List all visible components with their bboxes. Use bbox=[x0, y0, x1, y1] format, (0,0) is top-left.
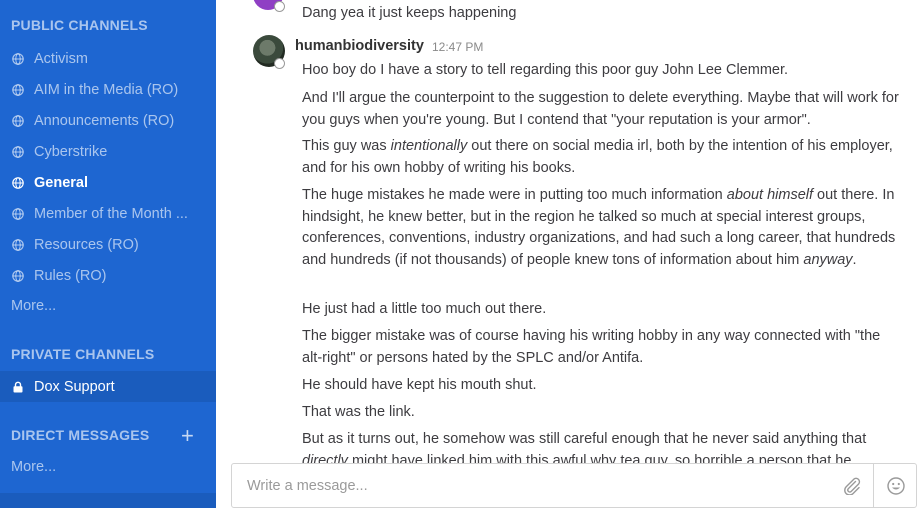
direct-messages-more-link[interactable]: More... bbox=[11, 459, 56, 475]
message-paragraph: He should have kept his mouth shut. bbox=[302, 377, 537, 393]
direct-messages-header: DIRECT MESSAGES bbox=[11, 427, 150, 443]
private-channels-header: PRIVATE CHANNELS bbox=[11, 346, 155, 362]
message-paragraph: Hoo boy do I have a story to tell regard… bbox=[302, 62, 789, 78]
message-paragraph: The bigger mistake was of course having … bbox=[302, 328, 881, 366]
sidebar: PUBLIC CHANNELS Activism AIM in the Medi… bbox=[0, 0, 216, 508]
message-paragraph: The huge mistakes he made were in puttin… bbox=[302, 187, 896, 268]
channel-label: Resources (RO) bbox=[34, 236, 139, 253]
smiley-icon[interactable] bbox=[886, 476, 906, 496]
channel-announcements[interactable]: Announcements (RO) bbox=[0, 105, 216, 136]
channel-label: Rules (RO) bbox=[34, 267, 107, 284]
message-paragraph: He just had a little too much out there. bbox=[302, 301, 547, 317]
channel-rules[interactable]: Rules (RO) bbox=[0, 260, 216, 291]
public-channels-more-link[interactable]: More... bbox=[11, 298, 56, 314]
channel-resources[interactable]: Resources (RO) bbox=[0, 229, 216, 260]
globe-icon bbox=[12, 269, 24, 282]
channel-aim-in-the-media[interactable]: AIM in the Media (RO) bbox=[0, 74, 216, 105]
globe-icon bbox=[12, 207, 24, 220]
paperclip-icon[interactable] bbox=[842, 477, 862, 496]
sidebar-footer bbox=[0, 493, 216, 508]
channel-label: Activism bbox=[34, 50, 88, 67]
message-composer bbox=[231, 463, 917, 508]
previous-message-text: Dang yea it just keeps happening bbox=[302, 5, 517, 21]
globe-icon bbox=[12, 145, 24, 158]
message-paragraph: This guy was intentionally out there on … bbox=[302, 138, 893, 176]
message-paragraph: That was the link. bbox=[302, 404, 415, 420]
channel-label: Dox Support bbox=[34, 378, 115, 395]
channel-label: Cyberstrike bbox=[34, 143, 108, 160]
status-indicator bbox=[274, 58, 285, 69]
globe-icon bbox=[12, 238, 24, 251]
channel-general[interactable]: General bbox=[0, 167, 216, 198]
lock-icon bbox=[12, 381, 24, 393]
message-input[interactable] bbox=[232, 464, 872, 507]
channel-dox-support[interactable]: Dox Support bbox=[0, 371, 216, 402]
channel-label: Announcements (RO) bbox=[34, 112, 175, 129]
channel-member-of-the-month[interactable]: Member of the Month ... bbox=[0, 198, 216, 229]
globe-icon bbox=[12, 176, 24, 189]
message-paragraph: And I'll argue the counterpoint to the s… bbox=[302, 90, 899, 128]
composer-divider bbox=[873, 464, 874, 507]
channel-cyberstrike[interactable]: Cyberstrike bbox=[0, 136, 216, 167]
channel-label: Member of the Month ... bbox=[34, 205, 188, 222]
globe-icon bbox=[12, 52, 24, 65]
globe-icon bbox=[12, 83, 24, 96]
channel-label: General bbox=[34, 174, 88, 191]
status-indicator bbox=[274, 1, 285, 12]
message-timestamp[interactable]: 12:47 PM bbox=[432, 40, 483, 54]
message-username[interactable]: humanbiodiversity bbox=[295, 38, 424, 54]
message-pane: Dang yea it just keeps happening humanbi… bbox=[216, 0, 917, 508]
public-channels-header: PUBLIC CHANNELS bbox=[11, 17, 148, 33]
add-direct-message-button[interactable]: + bbox=[181, 425, 194, 447]
channel-activism[interactable]: Activism bbox=[0, 43, 216, 74]
globe-icon bbox=[12, 114, 24, 127]
channel-label: AIM in the Media (RO) bbox=[34, 81, 179, 98]
